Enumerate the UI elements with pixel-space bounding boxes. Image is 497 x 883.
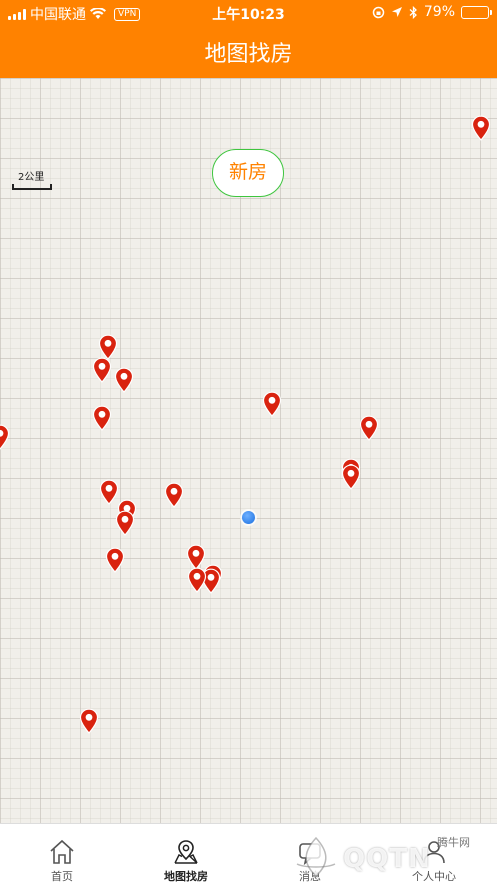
page-title: 地图找房 (204, 42, 293, 67)
tab-home[interactable]: 首页 (0, 824, 124, 883)
map-pin-icon (174, 840, 198, 864)
house-location-pin[interactable] (92, 357, 112, 383)
house-location-pin[interactable] (0, 424, 10, 450)
status-right: 79% (372, 4, 492, 20)
house-location-pin[interactable] (114, 367, 134, 393)
person-icon (423, 841, 445, 864)
map-scale: 2公里 (12, 168, 52, 190)
tab-home-label: 首页 (51, 870, 73, 883)
house-location-pin[interactable] (359, 415, 379, 441)
house-location-pin[interactable] (79, 708, 99, 734)
house-location-pin[interactable] (105, 547, 125, 573)
house-location-pin[interactable] (262, 391, 282, 417)
tab-messages[interactable]: 消息 (248, 824, 372, 883)
battery-percent: 79% (423, 4, 455, 20)
location-arrow-icon (391, 7, 402, 17)
scale-bar (12, 184, 52, 190)
map-view[interactable]: 2公里 新房 (0, 78, 497, 823)
tab-map-label: 地图找房 (164, 870, 208, 883)
house-location-pin[interactable] (92, 405, 112, 431)
tab-profile[interactable]: 个人中心 (372, 824, 496, 883)
status-bar: 中国联通 VPN 上午10:23 79% (0, 0, 497, 26)
tab-profile-label: 个人中心 (412, 870, 456, 883)
house-location-pin[interactable] (115, 510, 135, 536)
house-location-pin[interactable] (164, 482, 184, 508)
nav-bar: 地图找房 (0, 26, 497, 78)
tab-messages-label: 消息 (299, 870, 321, 883)
house-location-pin[interactable] (471, 115, 491, 141)
current-location-dot (242, 511, 255, 524)
tab-bar: 首页 地图找房 消息 个人中心 (0, 823, 497, 883)
battery-icon (461, 5, 492, 19)
new-house-filter-button[interactable]: 新房 (212, 149, 284, 197)
bluetooth-icon (409, 5, 417, 19)
scale-label: 2公里 (18, 172, 45, 183)
home-icon (50, 839, 74, 864)
tab-map[interactable]: 地图找房 (124, 824, 248, 883)
house-location-pin[interactable] (341, 464, 361, 490)
house-location-pin[interactable] (187, 567, 207, 593)
house-location-pin[interactable] (99, 479, 119, 505)
message-icon (299, 843, 321, 866)
rotation-lock-icon (372, 6, 385, 18)
